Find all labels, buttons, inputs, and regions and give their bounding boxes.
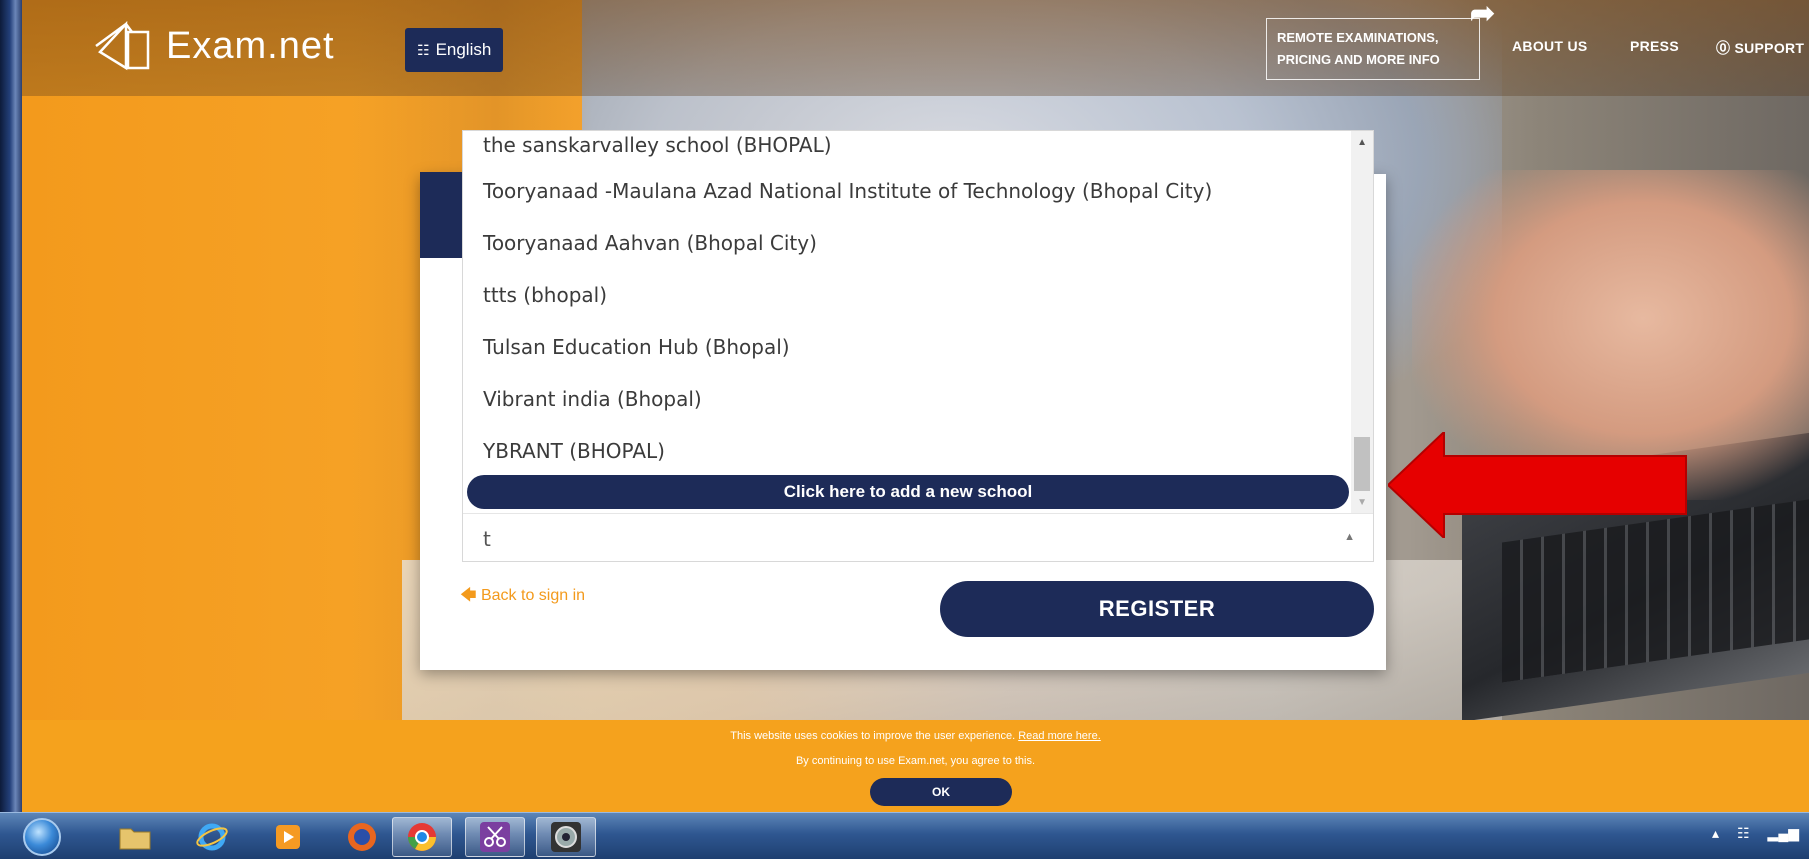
folder-icon	[119, 828, 151, 850]
red-callout-arrow-icon	[1388, 432, 1687, 538]
arrow-left-icon: 🡄	[460, 587, 481, 604]
camera-lens-icon	[551, 822, 581, 852]
system-tray: ▴ ☷ ▂▄▆	[1712, 825, 1799, 842]
internet-explorer-icon	[196, 823, 228, 851]
taskbar-chrome[interactable]	[392, 817, 452, 857]
cookie-banner: This website uses cookies to improve the…	[22, 720, 1809, 812]
list-item[interactable]: ttts (bhopal)	[463, 269, 1353, 321]
remote-exam-info-link[interactable]: REMOTE EXAMINATIONS, PRICING AND MORE IN…	[1266, 0, 1495, 80]
nav-about-us[interactable]: ABOUT US	[1512, 38, 1588, 54]
remote-info-line1: REMOTE EXAMINATIONS,	[1277, 30, 1439, 45]
signal-icon[interactable]: ▂▄▆	[1768, 825, 1799, 842]
remote-info-line2: PRICING AND MORE INFO	[1277, 52, 1440, 67]
language-button[interactable]: ☷ English	[405, 28, 504, 72]
list-item[interactable]: Tulsan Education Hub (Bhopal)	[463, 321, 1353, 373]
start-button[interactable]	[12, 817, 72, 857]
school-select-dropdown[interactable]: the sanskarvalley school (BHOPAL) Toorya…	[462, 130, 1374, 562]
cookie-text-line1: This website uses cookies to improve the…	[730, 730, 1101, 742]
taskbar-file-explorer[interactable]	[105, 817, 165, 857]
logo-text: Exam.net	[166, 24, 335, 67]
chrome-icon	[408, 823, 436, 851]
cookie-ok-button[interactable]: OK	[870, 778, 1012, 806]
logo-icon	[95, 20, 150, 71]
scroll-down-icon[interactable]: ▼	[1357, 497, 1367, 508]
add-new-school-button[interactable]: Click here to add a new school	[467, 475, 1349, 509]
caret-up-icon[interactable]: ▲	[1344, 531, 1355, 543]
taskbar-snipping-tool[interactable]	[465, 817, 525, 857]
top-navigation: Exam.net ☷ English REMOTE EXAMINATIONS, …	[22, 0, 1809, 96]
scroll-up-icon[interactable]: ▲	[1357, 137, 1367, 148]
taskbar-media-player[interactable]	[258, 817, 318, 857]
list-item[interactable]: Tooryanaad Aahvan (Bhopal City)	[463, 217, 1353, 269]
taskbar-firefox[interactable]	[332, 817, 392, 857]
windows-taskbar: ▴ ☷ ▂▄▆	[0, 812, 1809, 859]
nav-press[interactable]: PRESS	[1630, 38, 1679, 54]
school-search-input[interactable]	[463, 513, 1373, 561]
cookie-text-line2: By continuing to use Exam.net, you agree…	[795, 755, 1036, 767]
scissors-icon	[480, 822, 510, 852]
window-frame-edge	[0, 0, 22, 812]
list-item[interactable]: Tooryanaad -Maulana Azad National Instit…	[463, 165, 1353, 217]
share-arrow-icon: ➦	[1469, 0, 1495, 30]
school-list: the sanskarvalley school (BHOPAL) Toorya…	[463, 131, 1353, 477]
read-more-link[interactable]: Read more here.	[1018, 730, 1101, 742]
taskbar-camera-app[interactable]	[536, 817, 596, 857]
site-logo[interactable]: Exam.net	[92, 18, 335, 74]
list-item[interactable]: YBRANT (BHOPAL)	[463, 425, 1353, 477]
nav-support[interactable]: ⓪ SUPPORT	[1716, 38, 1804, 58]
list-item[interactable]: the sanskarvalley school (BHOPAL)	[463, 131, 1353, 165]
language-label: English	[435, 40, 492, 59]
register-button[interactable]: REGISTER	[940, 581, 1374, 637]
windows-logo-icon	[23, 818, 61, 856]
back-to-sign-in-link[interactable]: 🡄 Back to sign in	[460, 584, 585, 611]
list-item[interactable]: Vibrant india (Bhopal)	[463, 373, 1353, 425]
scrollbar-thumb[interactable]	[1354, 437, 1370, 491]
media-player-icon	[276, 825, 300, 849]
tray-expand-icon[interactable]: ▴	[1712, 825, 1719, 842]
language-icon: ☷	[417, 41, 430, 58]
dropdown-scrollbar[interactable]: ▲ ▼	[1351, 131, 1373, 513]
network-icon[interactable]: ☷	[1737, 825, 1750, 842]
taskbar-internet-explorer[interactable]	[182, 817, 242, 857]
firefox-icon	[348, 823, 376, 851]
